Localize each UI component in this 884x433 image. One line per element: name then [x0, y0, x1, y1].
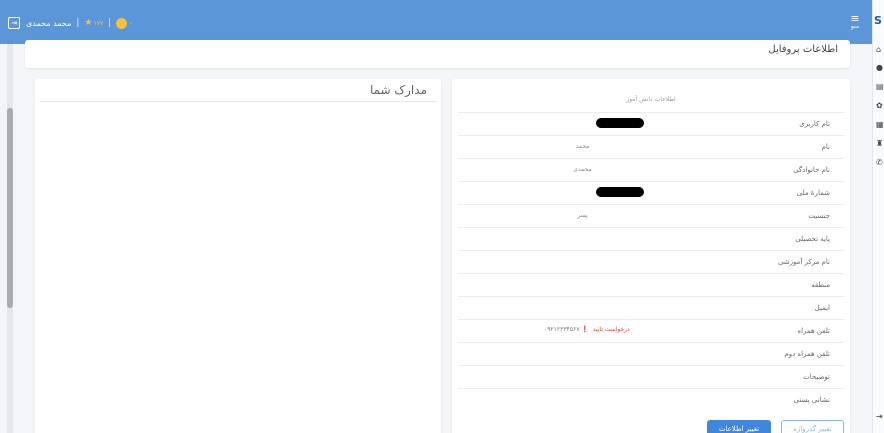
- info-row-username: نام کاربری: [458, 112, 844, 135]
- documents-card: مدارک شما: [35, 79, 441, 433]
- info-row-gender: جنسیت پسر: [458, 204, 844, 227]
- user-name[interactable]: محمد محمدی: [26, 19, 71, 28]
- change-password-button[interactable]: تغییر گذرواژه: [781, 420, 844, 433]
- info-row-grade: پایه تحصیلی: [458, 227, 844, 250]
- redacted-value: [596, 118, 644, 128]
- info-row-notes: توضیحات: [458, 365, 844, 388]
- row-label: جنسیت: [808, 212, 830, 220]
- separator: |: [108, 18, 112, 28]
- info-row-mobile: تلفن همراه درخواست تایید ❗ ۰۹۲۱۲۳۳۴۵۶۷: [458, 319, 844, 342]
- row-label: نام مرکز آموزشی: [777, 258, 830, 266]
- row-label: توضیحات: [803, 373, 830, 381]
- row-label: منطقه: [811, 281, 830, 289]
- redacted-value: [596, 187, 644, 197]
- verify-request-link[interactable]: درخواست تایید: [593, 326, 630, 333]
- separator: |: [76, 18, 80, 28]
- star-icon: ★: [84, 18, 93, 28]
- info-row-email: ایمیل: [458, 296, 844, 319]
- sidebar: S ⌂ ● ▤ ✿ ▦ ♜ ✆ ⇥: [872, 0, 884, 433]
- hamburger-icon: ≡: [850, 12, 860, 25]
- top-bar: ⇥ محمد محمدی | ★ ۱۷۷ | ۰ ≡ منو: [0, 0, 884, 44]
- row-label: تلفن همراه دوم: [784, 350, 830, 358]
- info-row-region: منطقه: [458, 273, 844, 296]
- row-label: نام خانوادگی: [793, 166, 830, 174]
- row-label: نشانی پستی: [793, 396, 830, 404]
- row-label: ایمیل: [814, 304, 830, 312]
- user-icon[interactable]: ●: [876, 63, 883, 72]
- profile-header-card: اطلاعات پروفایل: [25, 40, 850, 68]
- info-row-last-name: نام خانوادگی محمدی: [458, 158, 844, 181]
- phone-number: ۰۹۲۱۲۳۳۴۵۶۷: [544, 326, 580, 333]
- user-status-area: ⇥ محمد محمدی | ★ ۱۷۷ | ۰: [8, 15, 132, 31]
- coin-icon: [116, 17, 128, 29]
- info-row-school: نام مرکز آموزشی: [458, 250, 844, 273]
- page-title: اطلاعات پروفایل: [768, 44, 838, 55]
- row-value: محمدی: [573, 166, 592, 173]
- home-icon[interactable]: ⌂: [876, 45, 881, 54]
- settings-icon[interactable]: ✿: [876, 101, 883, 110]
- row-value: محمد: [575, 143, 590, 150]
- warning-icon: ❗: [581, 326, 589, 333]
- document-icon[interactable]: ▦: [876, 120, 884, 129]
- coin-value: ۰: [129, 19, 133, 27]
- menu-label: منو: [850, 23, 860, 30]
- scrollbar-thumb[interactable]: [7, 108, 13, 308]
- info-row-national-id: شمارهٔ ملی: [458, 181, 844, 204]
- info-row-first-name: نام محمد: [458, 135, 844, 158]
- phone-value: درخواست تایید ❗ ۰۹۲۱۲۳۳۴۵۶۷: [544, 326, 630, 333]
- logout-icon[interactable]: ⇥: [8, 17, 20, 29]
- divider: [39, 101, 437, 102]
- row-label: نام کاربری: [799, 120, 830, 128]
- row-label: تلفن همراه: [797, 327, 830, 335]
- calendar-icon[interactable]: ▤: [876, 82, 884, 91]
- logout-icon[interactable]: ⇥: [876, 412, 883, 421]
- info-caption: اطلاعات دانش آموز: [626, 96, 676, 103]
- logo: S: [874, 14, 882, 27]
- info-row-mobile-2: تلفن همراه دوم: [458, 342, 844, 365]
- student-info-card: اطلاعات دانش آموز نام کاربری نام محمد نا…: [452, 79, 850, 433]
- row-label: پایه تحصیلی: [795, 235, 830, 243]
- row-label: نام: [821, 143, 830, 151]
- documents-title: مدارک شما: [369, 83, 427, 97]
- menu-button[interactable]: ≡ منو: [846, 12, 864, 31]
- info-row-address: نشانی پستی: [458, 388, 844, 411]
- phone-icon[interactable]: ✆: [876, 158, 883, 167]
- trophy-icon[interactable]: ♜: [876, 139, 883, 148]
- score-value: ۱۷۷: [93, 19, 104, 27]
- row-label: شمارهٔ ملی: [796, 189, 830, 197]
- change-info-button[interactable]: تغییر اطلاعات: [707, 420, 771, 433]
- row-value: پسر: [577, 212, 588, 219]
